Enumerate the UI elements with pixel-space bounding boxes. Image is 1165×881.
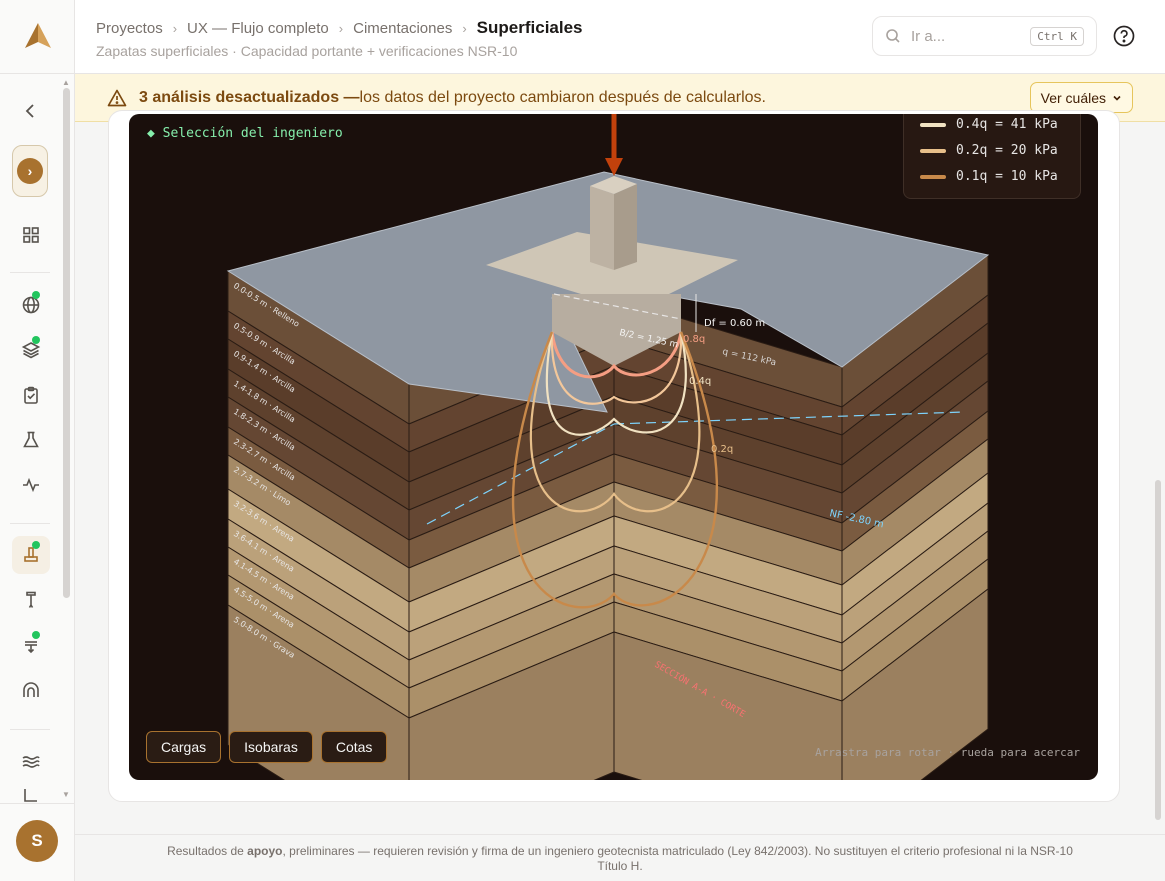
sidebar-divider [10,523,50,524]
legend-item: 0.1q = 10 kPa [920,169,1058,184]
clipboard-check-icon [24,386,38,404]
selection-label-text: Selección del ingeniero [162,126,343,141]
main-scrollbar[interactable] [1155,480,1161,820]
legend-swatch [920,122,946,127]
search-icon [886,29,900,43]
iso-08-label: 0.8q [683,334,705,345]
collapse-sidebar-button[interactable] [12,92,50,130]
sidebar-item-shallow-foundations[interactable] [12,536,50,574]
legend-label: 0.2q = 20 kPa [956,143,1058,158]
view-outdated-label: Ver cuáles [1040,89,1106,106]
shortcut-badge: Ctrl K [1030,26,1084,46]
app-logo[interactable] [22,20,54,52]
viewer-controls: Cargas Isobaras Cotas [146,731,388,763]
status-dot [32,631,40,639]
breadcrumb-item-project[interactable]: UX — Flujo completo [187,20,329,37]
soil-block-render: Df = 0.60 m B/2 = 1.25 m q = 112 kPa 0.8… [226,114,990,780]
sidebar-item-seismic[interactable] [12,466,50,504]
footer-text: , preliminares — requieren revisión y fi… [282,844,1073,858]
chevron-left-icon [25,104,34,118]
sidebar-divider [0,803,74,804]
sidebar-scrollbar[interactable] [63,88,70,598]
page-subtitle: Zapatas superficiales · Capacidad portan… [96,43,518,59]
breadcrumb-item-projects[interactable]: Proyectos [96,20,163,37]
sidebar: › ▲ ▼ S [0,0,75,881]
legend-item: 0.2q = 20 kPa [920,143,1058,158]
search-input[interactable]: Ir a... Ctrl K [872,16,1097,56]
user-avatar[interactable]: S [16,820,58,862]
banner-bold-text: 3 análisis desactualizados — [139,88,360,106]
grid-icon [23,227,39,243]
sidebar-item-retaining[interactable] [12,671,50,709]
sidebar-item-strata[interactable] [12,331,50,369]
slope-icon [24,789,37,802]
sidebar-item-site[interactable] [12,286,50,324]
scroll-down-icon[interactable]: ▼ [62,790,70,799]
breadcrumb-item-foundations[interactable]: Cimentaciones [353,20,452,37]
chevron-down-icon [1113,95,1121,101]
chevron-right-icon: › [17,158,43,184]
page-header: Proyectos › UX — Flujo completo › Ciment… [75,0,1165,74]
sidebar-item-checklist[interactable] [12,376,50,414]
footer-bold: apoyo [247,844,283,858]
waves-icon [22,756,40,768]
flask-icon [23,431,39,448]
pile-icon [26,591,36,608]
sidebar-item-dashboard[interactable] [12,216,50,254]
page-title: Superficiales [476,18,583,37]
footer-text: Título H. [597,859,643,873]
activity-icon [23,477,39,493]
sidebar-item-piles[interactable] [12,581,50,619]
toggle-isobars-button[interactable]: Isobaras [229,731,313,763]
legend-swatch [920,148,946,153]
sidebar-divider [0,73,74,74]
viewer-hint: Arrastra para rotar · rueda para acercar [815,746,1080,759]
chevron-right-icon: › [172,20,178,36]
column-front [590,186,614,270]
sidebar-item-water[interactable] [12,743,50,781]
iso-04-label: 0.4q [689,376,711,387]
sidebar-item-lab[interactable] [12,421,50,459]
breadcrumb: Proyectos › UX — Flujo completo › Ciment… [96,18,583,38]
sidebar-divider [10,729,50,730]
legend-item: 0.4q = 41 kPa [920,117,1058,132]
warning-icon [107,89,127,106]
column-side [614,184,637,270]
scroll-up-icon[interactable]: ▲ [62,78,70,87]
sidebar-item-more[interactable] [12,788,50,802]
view-outdated-button[interactable]: Ver cuáles [1029,82,1133,113]
footer-text: Resultados de [167,844,248,858]
disclaimer-footer: Resultados de apoyo, preliminares — requ… [75,834,1165,881]
chevron-right-icon: › [462,20,467,36]
sidebar-item-settlement[interactable] [12,626,50,664]
status-dot [32,291,40,299]
status-dot [32,336,40,344]
banner-text: los datos del proyecto cambiaron después… [359,88,766,106]
soil-3d-viewer[interactable]: Df = 0.60 m B/2 = 1.25 m q = 112 kPa 0.8… [129,114,1098,780]
df-annotation: Df = 0.60 m [704,318,765,329]
search-placeholder: Ir a... [911,27,946,45]
tunnel-icon [23,682,39,697]
legend-swatch [920,174,946,179]
expand-module-button[interactable]: › [12,145,48,197]
toggle-dimensions-button[interactable]: Cotas [320,731,388,763]
chevron-right-icon: › [338,20,344,36]
legend-label: 0.4q = 41 kPa [956,117,1058,132]
toggle-loads-button[interactable]: Cargas [146,731,222,763]
legend-label: 0.1q = 10 kPa [956,169,1058,184]
sidebar-divider [10,272,50,273]
iso-02-label: 0.2q [711,444,733,455]
status-dot [32,541,40,549]
help-icon[interactable] [1113,25,1135,47]
isobar-legend: 0.4q = 41 kPa 0.2q = 20 kPa 0.1q = 10 kP… [903,114,1081,199]
selection-label: ◆ Selección del ingeniero [147,126,343,141]
